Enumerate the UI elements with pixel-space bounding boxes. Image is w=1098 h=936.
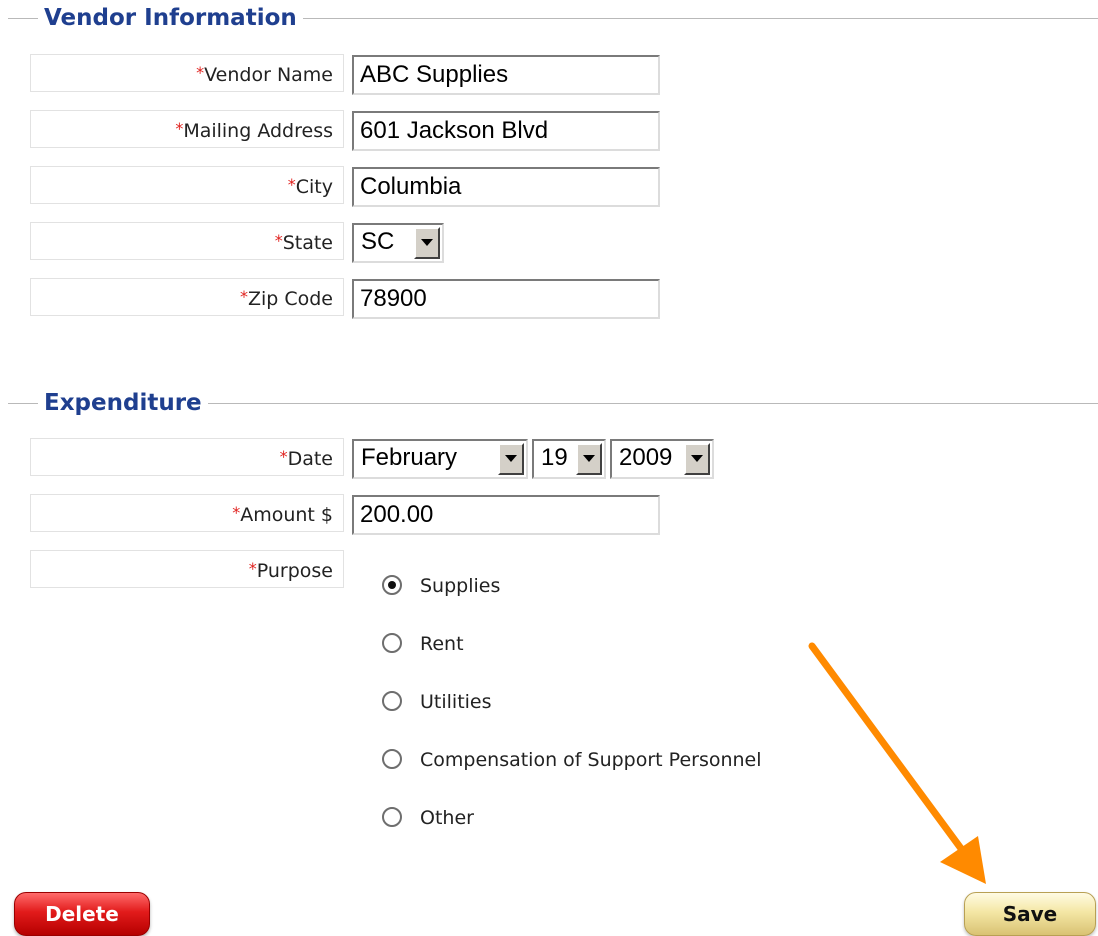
date-year-select[interactable]: 2009 [610,439,714,479]
purpose-option-label: Compensation of Support Personnel [420,749,762,771]
required-marker: * [239,287,248,306]
required-marker: * [232,503,241,522]
state-label: *State [30,222,344,260]
vendor-section-title: Vendor Information [38,4,303,32]
state-select[interactable]: SC [352,223,444,263]
required-marker: * [196,63,205,82]
required-marker: * [279,447,288,466]
amount-label: *Amount $ [30,494,344,532]
state-select-value: SC [361,228,395,255]
arrow-annotation-icon [808,642,986,884]
save-button[interactable]: Save [964,892,1096,936]
expenditure-section-title: Expenditure [38,389,208,417]
delete-button[interactable]: Delete [14,892,150,936]
chevron-down-icon[interactable] [414,227,440,259]
amount-input[interactable] [352,495,660,535]
required-marker: * [248,559,257,578]
purpose-option-label: Utilities [420,691,492,713]
chevron-down-icon[interactable] [576,443,602,475]
date-month-value: February [361,444,458,471]
radio-unselected-icon[interactable] [382,691,402,711]
purpose-option-label: Supplies [420,575,501,597]
chevron-down-icon[interactable] [684,443,710,475]
date-day-value: 19 [541,444,568,471]
radio-unselected-icon[interactable] [382,749,402,769]
radio-selected-icon[interactable] [382,575,402,595]
radio-unselected-icon[interactable] [382,807,402,827]
purpose-label: *Purpose [30,550,344,588]
zip-code-input[interactable] [352,279,660,319]
vendor-name-label: *Vendor Name [30,54,344,92]
zip-code-label: *Zip Code [30,278,344,316]
required-marker: * [287,175,296,194]
vendor-name-input[interactable] [352,55,660,95]
mailing-address-input[interactable] [352,111,660,151]
chevron-down-icon[interactable] [498,443,524,475]
mailing-address-label: *Mailing Address [30,110,344,148]
city-input[interactable] [352,167,660,207]
city-label: *City [30,166,344,204]
date-year-value: 2009 [619,444,673,471]
date-label: *Date [30,438,344,476]
radio-unselected-icon[interactable] [382,633,402,653]
purpose-option-label: Other [420,807,474,829]
purpose-option-label: Rent [420,633,464,655]
date-month-select[interactable]: February [352,439,528,479]
required-marker: * [274,231,283,250]
date-day-select[interactable]: 19 [532,439,606,479]
